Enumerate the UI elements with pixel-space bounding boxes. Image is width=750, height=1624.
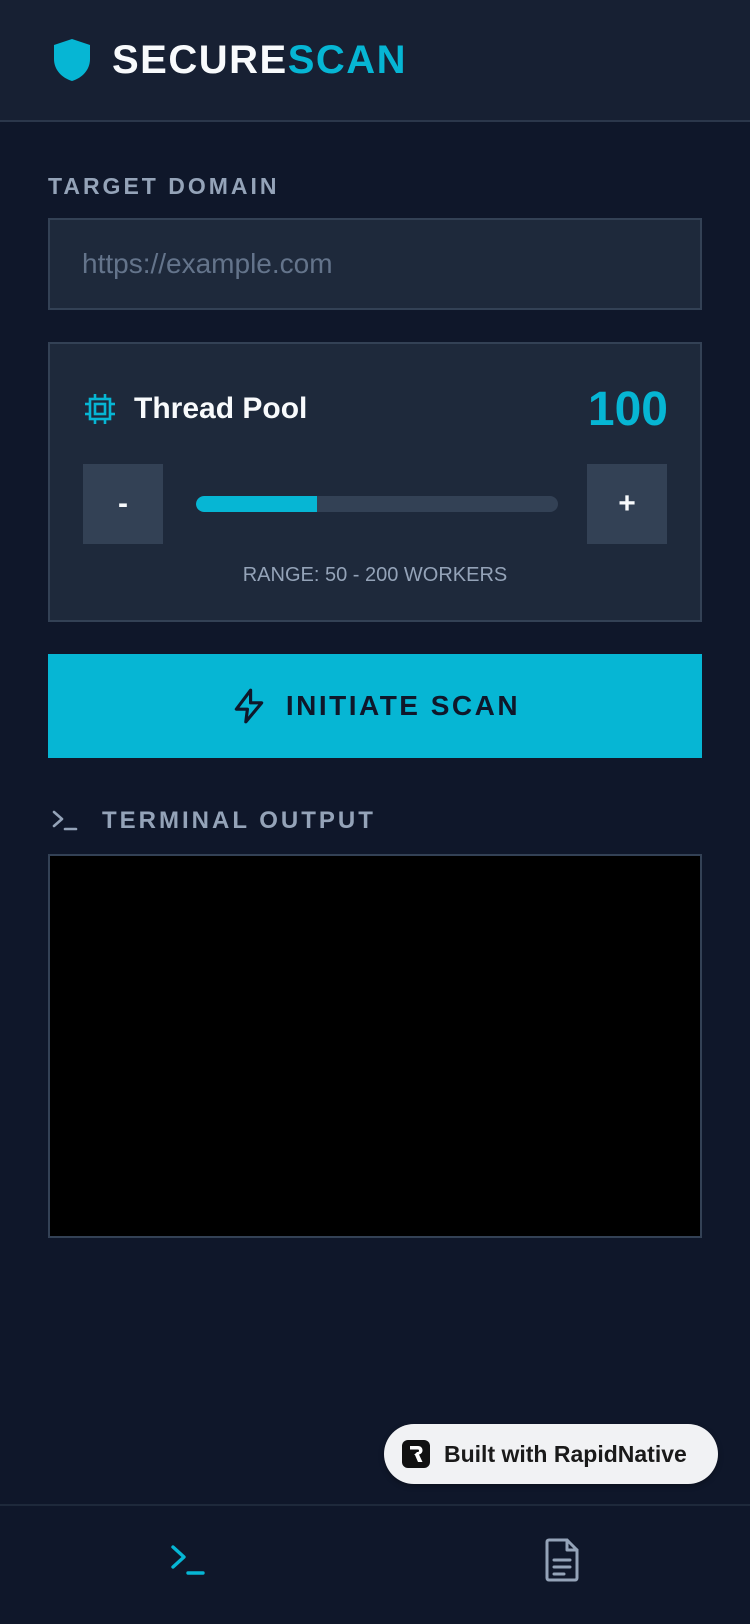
- target-domain-label: TARGET DOMAIN: [48, 173, 280, 199]
- increment-threads-button[interactable]: +: [587, 464, 667, 544]
- thread-pool-slider-fill: [196, 496, 317, 512]
- terminal-output-panel: [48, 854, 702, 1238]
- built-with-rapidnative-badge[interactable]: Built with RapidNative: [384, 1424, 718, 1484]
- rapidnative-logo-icon: [402, 1440, 430, 1468]
- bottom-navigation: [0, 1504, 750, 1624]
- thread-pool-title: Thread Pool: [134, 392, 308, 425]
- tab-reports[interactable]: [540, 1536, 584, 1584]
- app-title-part2: SCAN: [287, 37, 408, 82]
- terminal-output-label: TERMINAL OUTPUT: [102, 807, 376, 834]
- thread-pool-slider[interactable]: [196, 496, 558, 512]
- terminal-header: TERMINAL OUTPUT: [50, 806, 376, 836]
- badge-text: Built with RapidNative: [444, 1440, 687, 1467]
- document-icon: [543, 1537, 581, 1583]
- app-header: SECURESCAN: [0, 0, 750, 122]
- decrement-threads-button[interactable]: -: [83, 464, 163, 544]
- thread-pool-card: Thread Pool 100 - + RANGE: 50 - 200 WORK…: [48, 342, 702, 622]
- app-title: SECURESCAN: [112, 38, 407, 83]
- target-domain-input[interactable]: [48, 218, 702, 310]
- terminal-prompt-icon: [168, 1540, 208, 1580]
- initiate-scan-label: INITIATE SCAN: [285, 690, 521, 721]
- shield-icon: [52, 38, 92, 82]
- cpu-chip-icon: [83, 392, 117, 426]
- terminal-prompt-icon: [50, 806, 80, 836]
- lightning-bolt-icon: [230, 687, 268, 725]
- thread-pool-value: 100: [587, 383, 668, 436]
- app-title-part1: SECURE: [112, 37, 288, 82]
- thread-range-text: RANGE: 50 - 200 WORKERS: [242, 564, 508, 586]
- tab-terminal[interactable]: [166, 1536, 210, 1584]
- initiate-scan-button[interactable]: INITIATE SCAN: [48, 654, 702, 758]
